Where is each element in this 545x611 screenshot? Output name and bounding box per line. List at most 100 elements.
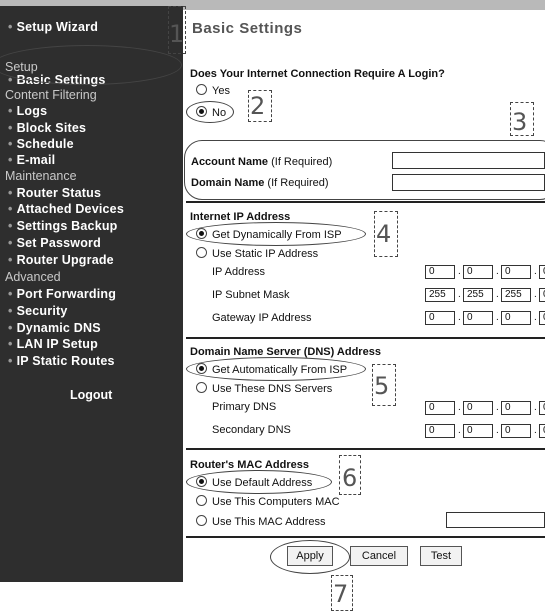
sidebar-item-lan-ip-setup[interactable]: • LAN IP Setup <box>8 337 98 351</box>
bullet-icon: • <box>8 153 13 167</box>
bullet-icon: • <box>8 20 13 34</box>
ip-octet-4[interactable]: 0 <box>539 265 545 279</box>
callout-number: 4 <box>376 220 392 248</box>
gateway-octet-3[interactable]: 0 <box>501 311 531 325</box>
gateway-label: Gateway IP Address <box>212 312 312 324</box>
apply-button[interactable]: Apply <box>287 546 333 566</box>
bullet-icon: • <box>8 287 13 301</box>
sidebar-item-dynamic-dns[interactable]: • Dynamic DNS <box>8 321 101 335</box>
gateway-octet-4[interactable]: 0 <box>539 311 545 325</box>
ip-dot: . <box>458 266 461 277</box>
login-no-radio[interactable]: No <box>196 106 226 119</box>
mac-title: Router's MAC Address <box>190 459 309 471</box>
ip-dot: . <box>496 266 499 277</box>
bullet-icon: • <box>8 202 13 216</box>
sidebar-header-advanced: Advanced <box>5 270 61 284</box>
logout-link[interactable]: Logout <box>70 388 112 402</box>
secondary-dns-octet-2[interactable]: 0 <box>463 424 493 438</box>
dns-manual-radio[interactable]: Use These DNS Servers <box>196 382 332 395</box>
bullet-icon: • <box>8 137 13 151</box>
ip-octet-2[interactable]: 0 <box>463 265 493 279</box>
bullet-icon: • <box>8 219 13 233</box>
radio-on-icon <box>196 228 207 239</box>
sidebar-item-email[interactable]: • E-mail <box>8 153 55 167</box>
secondary-dns-octet-4[interactable]: 0 <box>539 424 545 438</box>
secondary-dns-octet-1[interactable]: 0 <box>425 424 455 438</box>
secondary-dns-label: Secondary DNS <box>212 424 291 436</box>
domain-name-label: Domain Name (If Required) <box>191 177 329 189</box>
sidebar-header-maintenance: Maintenance <box>5 169 77 183</box>
sidebar-item-block-sites[interactable]: • Block Sites <box>8 121 86 135</box>
sidebar-item-router-upgrade[interactable]: • Router Upgrade <box>8 253 114 267</box>
primary-dns-octet-2[interactable]: 0 <box>463 401 493 415</box>
primary-dns-octet-4[interactable]: 0 <box>539 401 545 415</box>
primary-dns-octet-3[interactable]: 0 <box>501 401 531 415</box>
sidebar-item-settings-backup[interactable]: • Settings Backup <box>8 219 118 233</box>
sidebar-item-port-forwarding[interactable]: • Port Forwarding <box>8 287 116 301</box>
ip-dot: . <box>534 425 537 436</box>
subnet-octet-4[interactable]: 0 <box>539 288 545 302</box>
domain-name-input[interactable] <box>392 174 545 191</box>
mac-address-input[interactable] <box>446 512 545 528</box>
gateway-octet-2[interactable]: 0 <box>463 311 493 325</box>
subnet-octet-1[interactable]: 255 <box>425 288 455 302</box>
login-yes-radio[interactable]: Yes <box>196 84 230 97</box>
sidebar-item-router-status[interactable]: • Router Status <box>8 186 101 200</box>
sidebar-item-attached-devices[interactable]: • Attached Devices <box>8 202 124 216</box>
ip-dot: . <box>458 402 461 413</box>
callout-number: 7 <box>333 580 349 608</box>
ip-dot: . <box>496 425 499 436</box>
gateway-octet-1[interactable]: 0 <box>425 311 455 325</box>
bullet-icon: • <box>8 253 13 267</box>
ip-dot: . <box>496 402 499 413</box>
sidebar-item-schedule[interactable]: • Schedule <box>8 137 74 151</box>
divider <box>186 448 545 450</box>
callout-number: 3 <box>512 108 528 136</box>
bullet-icon: • <box>8 186 13 200</box>
ip-octet-3[interactable]: 0 <box>501 265 531 279</box>
mac-computer-radio[interactable]: Use This Computers MAC <box>196 495 340 508</box>
ip-dot: . <box>458 289 461 300</box>
ip-static-radio[interactable]: Use Static IP Address <box>196 247 318 260</box>
primary-dns-octet-1[interactable]: 0 <box>425 401 455 415</box>
ip-dot: . <box>534 266 537 277</box>
ip-address-label: IP Address <box>212 266 265 278</box>
account-name-input[interactable] <box>392 152 545 169</box>
divider <box>186 536 545 538</box>
ip-octet-1[interactable]: 0 <box>425 265 455 279</box>
radio-off-icon <box>196 247 207 258</box>
primary-dns-label: Primary DNS <box>212 401 277 413</box>
mac-custom-radio[interactable]: Use This MAC Address <box>196 515 326 528</box>
ip-dot: . <box>534 289 537 300</box>
sidebar-item-logs[interactable]: • Logs <box>8 104 47 118</box>
ip-dot: . <box>458 425 461 436</box>
sidebar-item-set-password[interactable]: • Set Password <box>8 236 101 250</box>
bullet-icon: • <box>8 337 13 351</box>
subnet-octet-3[interactable]: 255 <box>501 288 531 302</box>
secondary-dns-octet-3[interactable]: 0 <box>501 424 531 438</box>
bullet-icon: • <box>8 304 13 318</box>
cancel-button[interactable]: Cancel <box>350 546 408 566</box>
login-question: Does Your Internet Connection Require A … <box>190 68 445 80</box>
internet-ip-title: Internet IP Address <box>190 211 291 223</box>
mac-default-radio[interactable]: Use Default Address <box>196 476 312 489</box>
sidebar-nav: • Setup Wizard Setup • Basic Settings Cont… <box>0 6 183 582</box>
bullet-icon: • <box>8 73 13 87</box>
bullet-icon: • <box>8 354 13 368</box>
sidebar-header-content-filtering: Content Filtering <box>5 88 97 102</box>
radio-off-icon <box>196 382 207 393</box>
sidebar-item-basic-settings[interactable]: • Basic Settings <box>8 73 106 87</box>
sidebar-item-security[interactable]: • Security <box>8 304 68 318</box>
page-title: Basic Settings <box>192 20 303 37</box>
ip-dynamic-radio[interactable]: Get Dynamically From ISP <box>196 228 342 241</box>
subnet-octet-2[interactable]: 255 <box>463 288 493 302</box>
sidebar-item-ip-static-routes[interactable]: • IP Static Routes <box>8 354 115 368</box>
sidebar-item-setup-wizard[interactable]: • Setup Wizard <box>8 20 98 34</box>
dns-auto-radio[interactable]: Get Automatically From ISP <box>196 363 347 376</box>
sidebar-header-setup: Setup <box>5 60 38 74</box>
callout-number: 5 <box>374 372 390 400</box>
test-button[interactable]: Test <box>420 546 462 566</box>
radio-off-icon <box>196 84 207 95</box>
callout-number: 1 <box>169 20 185 48</box>
account-name-label: Account Name (If Required) <box>191 156 333 168</box>
